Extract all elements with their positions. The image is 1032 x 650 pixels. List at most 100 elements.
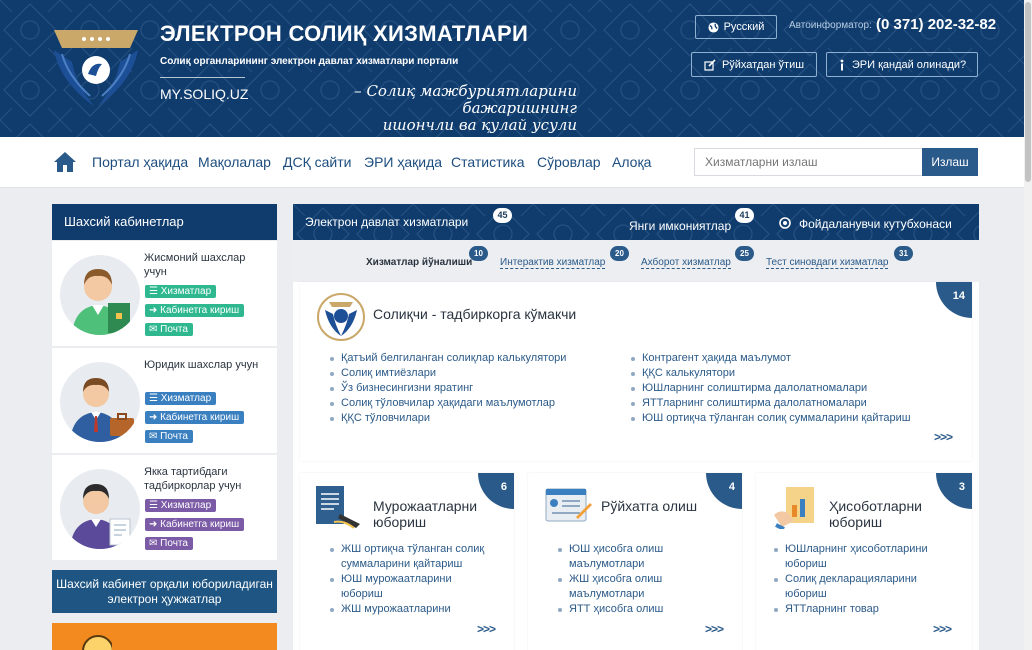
count-value: 6: [500, 481, 507, 493]
nav-contact[interactable]: Алоқа: [612, 154, 651, 170]
electronic-documents-link[interactable]: Шахсий кабинет орқали юбориладиган элект…: [52, 570, 277, 613]
cabinet-login-pill[interactable]: ➜ Кабинетга кириш: [145, 411, 245, 424]
eri-info-button[interactable]: ЭРИ қандай олинади?: [826, 52, 978, 77]
list-item[interactable]: ЮШларнинг солиштирма далолатномалари: [630, 381, 911, 396]
count-value: 3: [958, 481, 965, 493]
cabinet-login-pill[interactable]: ➜ Кабинетга кириш: [145, 304, 245, 317]
link-text: маълумотлари: [569, 558, 645, 570]
cabinet-card-entrepreneurs: Якка тартибдаги тадбиркорлар учун ☰ Хизм…: [52, 455, 277, 560]
box-title-line: Ҳисоботларни: [829, 498, 922, 514]
user-library-link[interactable]: Фойдаланувчи кутубхонаси: [799, 217, 952, 231]
services-pill[interactable]: ☰ Хизматлар: [145, 285, 217, 298]
list-item[interactable]: Солиқ декларацияларини юбориш: [773, 572, 963, 602]
more-link[interactable]: >>>: [933, 622, 952, 636]
services-pill[interactable]: ☰ Хизматлар: [145, 499, 217, 512]
appeal-document-icon: [316, 486, 360, 529]
register-button[interactable]: Рўйхатдан ўтиш: [691, 52, 817, 77]
new-features-link[interactable]: Янги имкониятлар: [629, 219, 731, 233]
mail-pill[interactable]: ✉ Почта: [145, 323, 193, 336]
registration-form-icon: [545, 488, 592, 522]
list-item[interactable]: Солиқ имтиёзлари: [329, 366, 566, 381]
edit-icon: [704, 58, 716, 71]
list-item[interactable]: ЯТТларнинг солиштирма далолатномалари: [630, 396, 911, 411]
link-text: ЮШ ҳисобга олиш: [569, 543, 664, 555]
count-corner: 14: [936, 282, 972, 318]
cabinet-title: Якка тартибдаги тадбиркорлар учун: [144, 466, 242, 492]
tab-service-directions[interactable]: Хизматлар йўналиши: [366, 257, 472, 268]
mail-pill[interactable]: ✉ Почта: [145, 430, 193, 443]
slogan-line-2: ишончли ва қулай усули: [382, 116, 577, 134]
cabinet-login-pill[interactable]: ➜ Кабинетга кириш: [145, 518, 245, 531]
link-text: юбориш: [785, 558, 827, 570]
person-icon: [72, 269, 130, 335]
more-link[interactable]: >>>: [705, 622, 724, 636]
home-icon[interactable]: [53, 151, 77, 173]
link-text: юбориш: [341, 588, 383, 600]
services-pill[interactable]: ☰ Хизматлар: [145, 392, 217, 405]
language-label: Русский: [723, 21, 765, 33]
site-domain[interactable]: MY.SOLIQ.UZ: [160, 86, 248, 102]
box-title-line: Рўйхатга олиш: [601, 498, 698, 514]
avatar: [60, 469, 140, 549]
list-item[interactable]: ЮШ ортиқча тўланган солиқ суммаларини қа…: [630, 411, 911, 426]
nav-portal-about[interactable]: Портал ҳақида: [92, 154, 188, 170]
list-item[interactable]: ЯТТларнинг товар: [773, 602, 963, 617]
promo-icon: [82, 635, 114, 650]
list-item[interactable]: ҚҚС калькулятори: [630, 366, 911, 381]
nav-eri-about[interactable]: ЭРИ ҳақида: [364, 154, 442, 170]
service-box-registration: 4 Рўйхатга олиш ЮШ ҳисобга олиш маълумотл…: [528, 473, 742, 650]
service-box-reports: 3 Ҳисоботларни юбориш ЮШларнинг ҳисоботл…: [756, 473, 972, 650]
search-input[interactable]: [694, 148, 923, 176]
list-item[interactable]: ЯТТ ҳисобга олиш: [557, 602, 737, 617]
list-item[interactable]: ЮШ мурожаатларини юбориш: [329, 572, 509, 602]
cabinet-login-label: Кабинетга кириш: [160, 519, 240, 530]
link-list: Қатъий белгиланган солиқлар калькулятори…: [329, 351, 566, 426]
count-corner: 4: [706, 473, 742, 509]
site-header: ЭЛЕКТРОН СОЛИҚ ХИЗМАТЛАРИ Солиқ органлар…: [0, 0, 1032, 137]
avatar: [60, 255, 140, 335]
more-link[interactable]: >>>: [934, 430, 953, 444]
list-item[interactable]: Ўз бизнесингизни яратинг: [329, 381, 566, 396]
list-item[interactable]: Солиқ тўловчилар ҳақидаги маълумотлар: [329, 396, 566, 411]
list-item[interactable]: ЮШларнинг ҳисоботларини юбориш: [773, 542, 963, 572]
service-box-appeals: 6 Мурожаатларни юбориш ЖШ ортиқча тўланг…: [300, 473, 514, 650]
slogan-line-1: – Солиқ мажбуриятларини бажаришнинг: [354, 82, 577, 117]
phone-number[interactable]: (0 371) 202-32-82: [876, 16, 996, 33]
mail-pill[interactable]: ✉ Почта: [145, 537, 193, 550]
services-label: Хизматлар: [160, 393, 212, 404]
library-icon: [779, 217, 791, 229]
tab-information-services[interactable]: Ахборот хизматлар: [641, 257, 731, 269]
list-item[interactable]: ЮШ ҳисобга олиш маълумотлари: [557, 542, 737, 572]
box-title-line: Мурожаатларни: [373, 498, 478, 514]
list-item[interactable]: Контрагент ҳақида маълумот: [630, 351, 911, 366]
register-label: Рўйхатдан ўтиш: [721, 58, 805, 71]
search-button[interactable]: Излаш: [922, 148, 978, 176]
list-item[interactable]: ЖШ ҳисобга олиш маълумотлари: [557, 572, 737, 602]
promo-banner[interactable]: [52, 623, 277, 650]
list-item[interactable]: ЖШ мурожаатларини: [329, 602, 509, 617]
box-title: Мурожаатларни юбориш: [373, 498, 477, 530]
nav-dsq-site[interactable]: ДСҚ сайти: [283, 154, 351, 170]
link-list: ЮШ ҳисобга олиш маълумотлари ЖШ ҳисобга о…: [557, 542, 737, 617]
nav-statistics[interactable]: Статистика: [451, 154, 525, 170]
mail-label: Почта: [160, 324, 188, 335]
link-text: ЖШ ортиқча тўланган солиқ: [341, 543, 485, 555]
scrollbar-thumb[interactable]: [1025, 2, 1031, 182]
list-item[interactable]: Қатъий белгиланган солиқлар калькулятори: [329, 351, 566, 366]
services-panel-header: Электрон давлат хизматлари 45 Янги имкон…: [293, 204, 979, 240]
more-link[interactable]: >>>: [477, 622, 496, 636]
link-text: ЮШларнинг ҳисоботларини: [785, 543, 928, 555]
count-corner: 3: [936, 473, 972, 509]
list-item[interactable]: ҚҚС тўловчилари: [329, 411, 566, 426]
cabinet-card-legal-entities: Юридик шахслар учун ☰ Хизматлар ➜ Кабине…: [52, 348, 277, 453]
list-item[interactable]: ЖШ ортиқча тўланган солиқ суммаларини қай…: [329, 542, 509, 572]
tab-interactive-services[interactable]: Интерактив хизматлар: [500, 257, 606, 269]
language-button[interactable]: Русский: [695, 15, 777, 39]
services-title[interactable]: Электрон давлат хизматлари: [305, 215, 468, 229]
nav-surveys[interactable]: Сўровлар: [537, 154, 601, 170]
link-text: Солиқ декларацияларини: [785, 573, 917, 585]
mail-label: Почта: [160, 431, 188, 442]
services-label: Хизматлар: [160, 500, 212, 511]
nav-articles[interactable]: Мақолалар: [198, 154, 271, 170]
tab-test-services[interactable]: Тест синовдаги хизматлар: [766, 257, 889, 269]
